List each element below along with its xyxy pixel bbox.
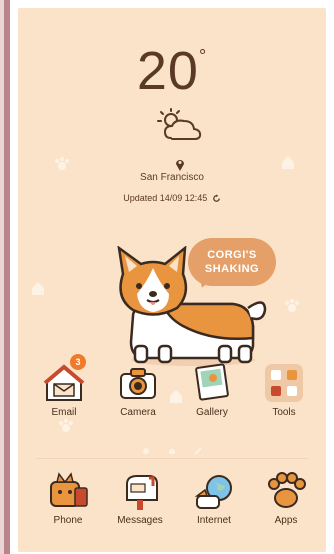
app-camera[interactable]: Camera	[108, 362, 168, 418]
refresh-icon[interactable]	[212, 194, 221, 203]
dock-app-messages[interactable]: Messages	[110, 470, 170, 526]
house-decoration-icon	[282, 156, 294, 169]
app-label: Tools	[272, 407, 296, 418]
dock-app-phone[interactable]: Phone	[38, 470, 98, 526]
home-screen: 20° San Francisco Updated 14/09 12:45 CO…	[18, 8, 326, 552]
app-label: Camera	[120, 407, 156, 418]
tools-folder-icon[interactable]	[263, 362, 305, 404]
messages-mailbox-icon[interactable]	[119, 470, 161, 512]
location-pin-icon	[176, 160, 184, 171]
paw-decoration-icon	[55, 157, 69, 170]
paw-decoration-icon	[285, 299, 299, 312]
sun-cloud-icon[interactable]	[157, 108, 203, 142]
paw-decoration-icon	[59, 419, 73, 432]
app-email[interactable]: 3 Email	[34, 354, 94, 418]
weather-updated-text: Updated 14/09 12:45	[123, 193, 208, 203]
house-decoration-icon	[32, 282, 44, 295]
weather-city[interactable]: San Francisco	[18, 172, 326, 183]
camera-icon[interactable]	[117, 362, 159, 404]
paw-page-icon	[142, 448, 149, 454]
clock-widget[interactable]: 20°	[18, 40, 326, 102]
app-label: Apps	[274, 515, 298, 526]
app-label: Phone	[53, 515, 83, 526]
app-label: Email	[51, 407, 77, 418]
dock-app-apps[interactable]: Apps	[256, 470, 316, 526]
dock-divider	[36, 458, 308, 459]
clock-time: 20	[136, 41, 199, 101]
gallery-icon[interactable]	[191, 362, 233, 404]
app-gallery[interactable]: Gallery	[182, 362, 242, 418]
degree-symbol: °	[198, 46, 208, 66]
app-label: Gallery	[196, 407, 228, 418]
bone-page-icon	[194, 447, 203, 455]
phone-corgi-icon[interactable]	[47, 470, 89, 512]
left-edge-strip	[0, 0, 10, 554]
weather-updated: Updated 14/09 12:45	[18, 193, 326, 203]
folder-tools[interactable]: Tools	[254, 362, 314, 418]
internet-globe-icon[interactable]	[193, 470, 235, 512]
paw-apps-icon[interactable]	[265, 470, 307, 512]
email-badge: 3	[70, 354, 86, 370]
home-page-icon	[169, 448, 175, 454]
app-label: Messages	[117, 515, 163, 526]
dock-app-internet[interactable]: Internet	[184, 470, 244, 526]
corgi-illustration[interactable]	[93, 246, 273, 370]
app-label: Internet	[197, 515, 231, 526]
